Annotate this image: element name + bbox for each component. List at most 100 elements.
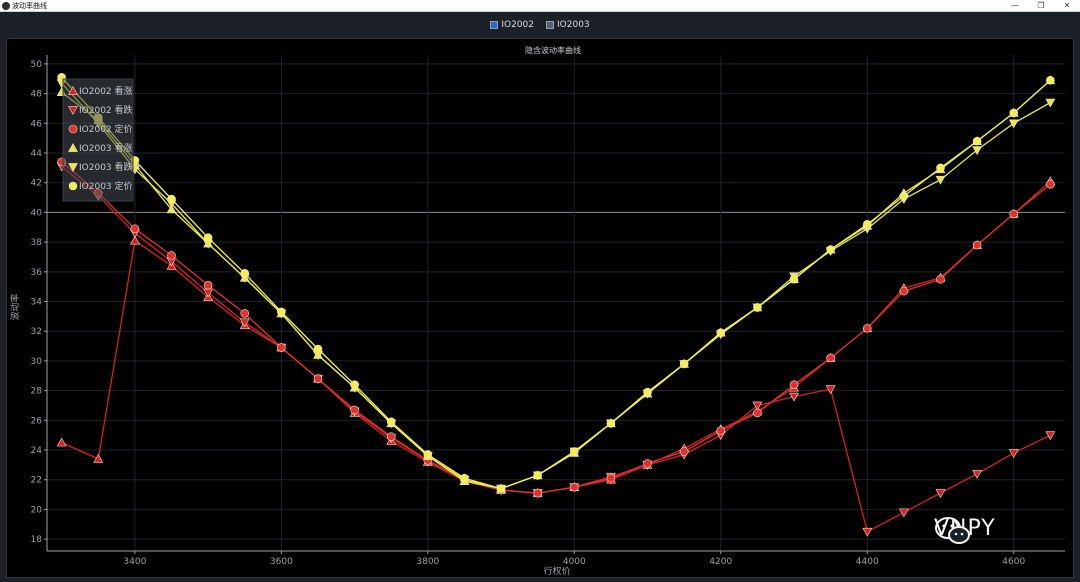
chart-title: 隐含波动率曲线 — [525, 45, 581, 55]
data-point — [203, 280, 213, 290]
watermark: VNPY — [934, 516, 996, 544]
data-point — [899, 191, 909, 201]
data-point — [972, 469, 983, 479]
title-bar: 波动率曲线 — ❐ ✕ — [0, 0, 1080, 12]
data-point — [606, 418, 616, 428]
y-axis-label: 波动率 — [9, 293, 21, 320]
data-point — [350, 380, 359, 389]
data-point — [386, 417, 396, 427]
data-point — [643, 387, 652, 397]
app-window: 波动率曲线 — ❐ ✕ IO2002 IO2003 18 20 22 24 26 28 30… — [0, 0, 1080, 582]
maximize-button[interactable]: ❐ — [1030, 0, 1052, 12]
data-point — [496, 484, 506, 493]
x-tick-label: 4200 — [709, 557, 732, 567]
checkbox-io2003[interactable] — [546, 21, 554, 29]
y-tick-label: 36 — [31, 268, 43, 278]
y-tick-label: 20 — [31, 505, 43, 515]
data-point — [1046, 75, 1055, 85]
legend-label: IO2002 定价 — [79, 123, 133, 135]
data-point — [1008, 449, 1019, 459]
y-tick-label: 38 — [31, 238, 43, 248]
data-point — [1045, 431, 1056, 441]
data-point — [203, 233, 213, 242]
data-point — [899, 286, 909, 296]
data-point — [936, 163, 945, 173]
data-point — [972, 136, 982, 146]
data-point — [277, 343, 286, 352]
legend-label: IO2002 看跌 — [79, 104, 133, 116]
checkbox-io2002[interactable] — [490, 21, 499, 29]
x-tick-label: 4600 — [1002, 557, 1025, 567]
data-point — [533, 488, 542, 498]
data-point — [167, 194, 176, 204]
x-tick-label: 3600 — [270, 557, 293, 567]
y-tick-label: 26 — [31, 416, 43, 426]
data-point — [167, 251, 176, 260]
data-point — [716, 328, 726, 338]
series-layer — [56, 72, 1056, 537]
data-point — [1046, 179, 1055, 189]
series-line — [61, 165, 1051, 533]
data-point — [862, 527, 873, 537]
data-point — [1009, 209, 1019, 219]
y-tick-label: 48 — [31, 90, 43, 100]
toggle-io2003[interactable]: IO2003 — [546, 20, 590, 30]
data-point — [533, 470, 542, 480]
data-point — [606, 473, 616, 483]
data-point — [679, 447, 689, 456]
data-point — [753, 408, 762, 418]
data-point — [350, 405, 359, 415]
x-tick-label: 4400 — [856, 557, 879, 567]
minimize-button[interactable]: — — [1004, 0, 1026, 12]
data-point — [460, 473, 469, 483]
data-point — [826, 245, 835, 254]
toggle-io2003-label: IO2003 — [557, 20, 590, 30]
y-tick-label: 24 — [31, 446, 43, 456]
data-point — [789, 274, 799, 284]
wechat-icon — [935, 517, 970, 544]
y-tick-label: 34 — [31, 298, 43, 308]
data-point — [679, 359, 689, 369]
data-point — [277, 307, 286, 317]
legend-label: IO2002 看涨 — [79, 85, 133, 97]
data-point — [972, 240, 982, 250]
y-tick-label: 46 — [31, 119, 43, 129]
x-tick-label: 3800 — [416, 557, 439, 567]
axes: 18 20 22 24 26 28 30 32 34 36 38 40 42 44 46 48 50 3400 36… — [31, 55, 1065, 567]
data-point — [93, 453, 104, 463]
data-point — [789, 380, 799, 389]
toggle-io2002[interactable]: IO2002 — [490, 20, 534, 30]
y-tick-label: 22 — [31, 476, 42, 486]
data-point — [386, 432, 396, 441]
data-point — [826, 353, 835, 363]
legend-label: IO2003 看跌 — [79, 161, 133, 173]
data-point — [898, 508, 909, 518]
grid-lines — [47, 55, 1065, 551]
data-point — [56, 437, 67, 447]
series-toggle-bar: IO2002 IO2003 — [0, 12, 1080, 38]
data-point — [570, 447, 579, 456]
data-point — [240, 268, 250, 278]
series-line — [61, 161, 1051, 494]
data-point — [130, 224, 140, 234]
data-point — [313, 344, 323, 354]
legend-label: IO2003 看涨 — [79, 142, 133, 154]
data-point — [1009, 108, 1019, 118]
close-button[interactable]: ✕ — [1056, 0, 1078, 12]
y-tick-label: 50 — [31, 60, 43, 70]
x-axis-label: 行权价 — [543, 565, 570, 577]
app-icon — [2, 2, 10, 10]
y-tick-label: 40 — [31, 208, 43, 218]
y-tick-label: 42 — [31, 179, 42, 189]
y-tick-label: 18 — [31, 535, 43, 545]
series-3 — [57, 157, 1055, 498]
legend-label: IO2003 定价 — [79, 180, 133, 192]
data-point — [1045, 98, 1056, 108]
data-point — [753, 303, 762, 312]
series-1 — [56, 176, 1056, 497]
toggle-io2002-label: IO2002 — [501, 20, 534, 30]
data-point — [862, 323, 872, 333]
y-tick-label: 44 — [31, 149, 43, 159]
plot-area: 18 20 22 24 26 28 30 32 34 36 38 40 42 44 46 48 50 3400 36… — [6, 38, 1074, 578]
legend-marker — [68, 124, 78, 134]
